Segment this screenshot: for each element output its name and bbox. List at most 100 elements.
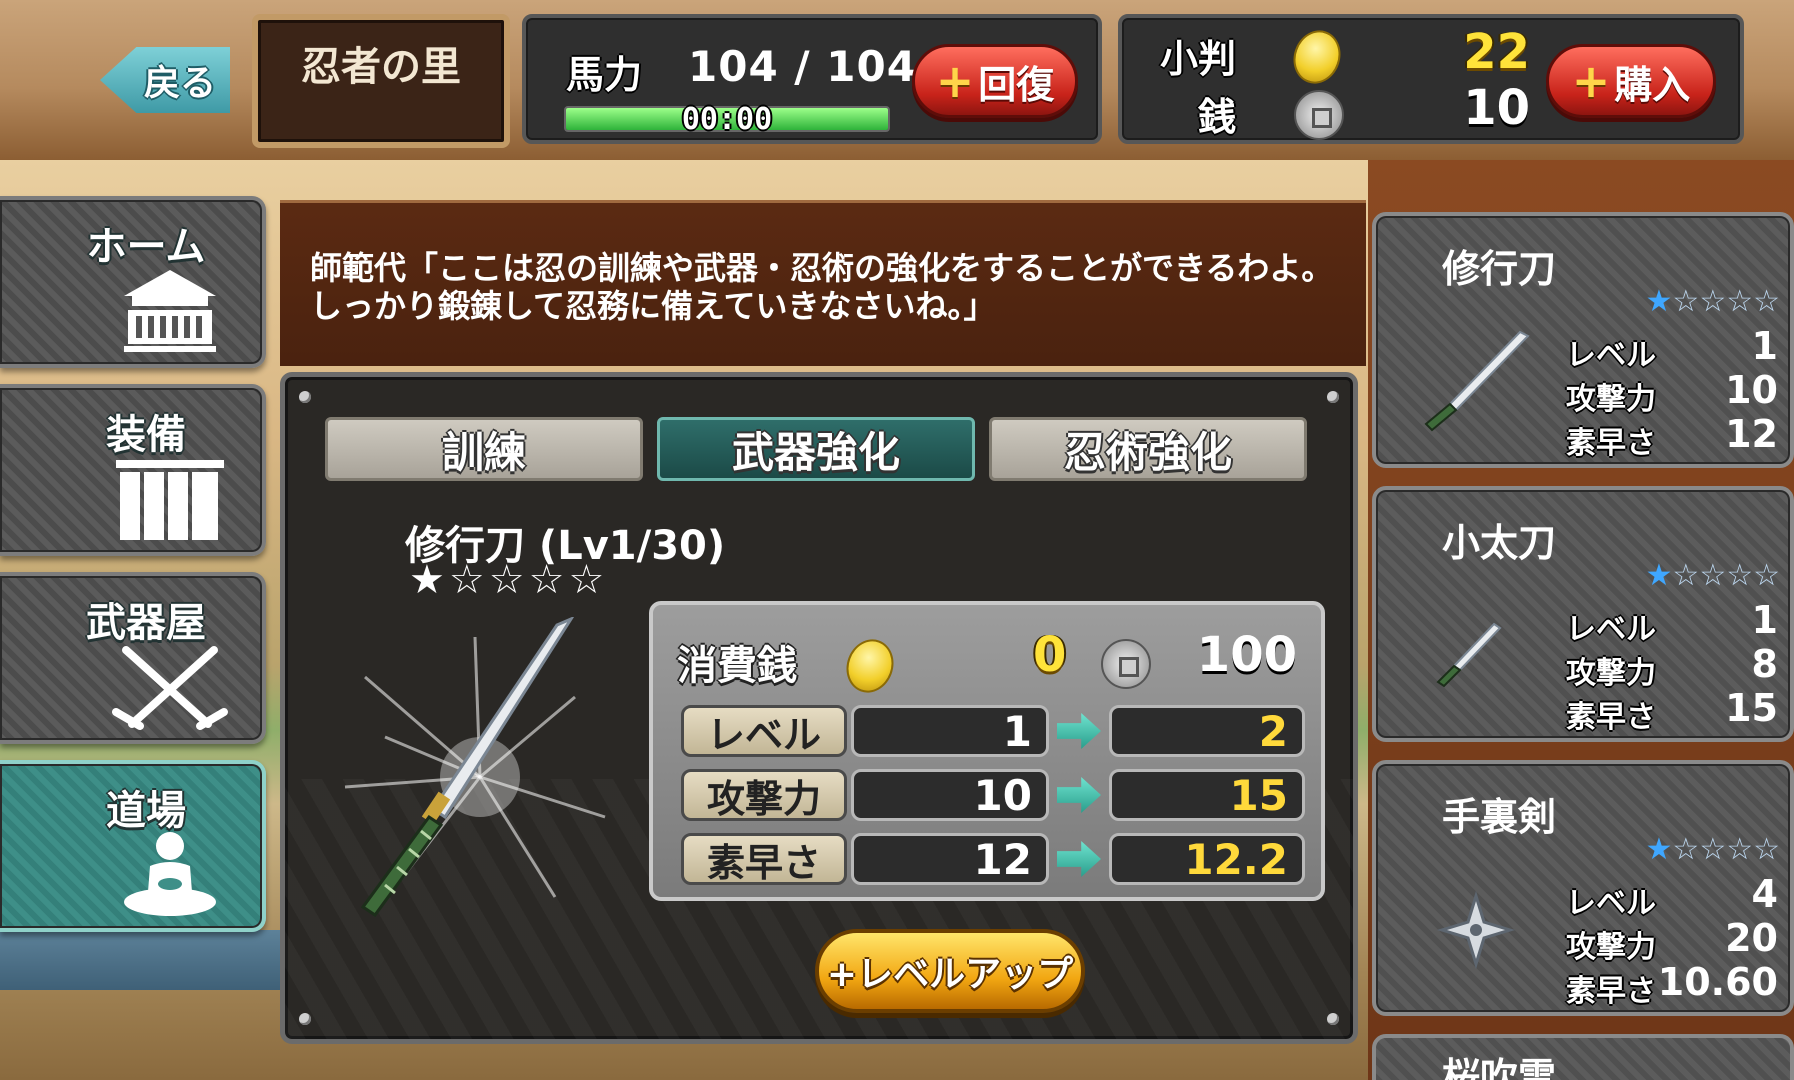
koban-label: 小判 [1160,37,1237,81]
star-empty-icon: ☆☆☆☆ [1672,558,1780,593]
nav-weapon-shop-label: 武器屋 [86,600,206,646]
weapon-card-stars: ★☆☆☆☆ [1646,832,1780,867]
stat-label-text: 素早さ [706,840,821,885]
card-stat-label: 素早さ [1566,426,1656,461]
cost-label: 消費銭 [677,643,797,689]
katana-icon [1424,330,1530,432]
card-stat-value: 15 [1725,686,1778,730]
stat-label-attack: 攻撃力 [681,769,847,821]
zeni-value: 10 [1463,80,1530,136]
tab-weapon-upgrade[interactable]: 武器強化 [657,417,975,481]
nav-home[interactable]: ホーム [0,196,266,368]
nav-equipment[interactable]: 装備 [0,384,266,556]
card-stat-label: 攻撃力 [1566,382,1656,417]
star-filled-icon: ★ [1645,832,1673,867]
recover-button-label: 回復 [978,62,1055,107]
stat-current-value: 12 [973,834,1032,884]
arrow-right-icon [1057,841,1101,877]
stat-next-attack: 15 [1109,769,1305,821]
stat-label-text: レベル [706,712,821,757]
nav-home-label: ホーム [86,224,206,270]
tab-ninjutsu-upgrade-label: 忍術強化 [1063,427,1232,477]
level-up-button[interactable]: +レベルアップ [815,929,1085,1013]
rivet [299,1013,311,1025]
buy-button[interactable]: + 購入 [1546,44,1716,118]
card-stat-value: 12 [1725,412,1778,456]
weapon-card-sakurafubuki[interactable]: 桜吹雪 [1372,1034,1794,1080]
card-stat-value: 1 [1751,324,1778,368]
silver-coin-icon [1101,639,1151,689]
stat-next-speed: 12.2 [1109,833,1305,885]
nav-dojo-label: 道場 [106,788,186,834]
upgrade-stats-box: 消費銭 0 100 レベル 1 2 攻撃力 10 15 素早さ 12 12.2 [649,601,1325,901]
tab-ninjutsu-upgrade[interactable]: 忍術強化 [989,417,1307,481]
instructor-dialogue-text: 師範代「ここは忍の訓練や武器・忍術の強化をすることができるわよ。しっかり鍛錬して… [310,249,1334,325]
buy-button-label: 購入 [1614,62,1691,107]
shuriken-icon [1436,890,1516,970]
location-title-plate: 忍者の里 [252,14,510,148]
card-stat-label: レベル [1566,612,1656,647]
stat-current-attack: 10 [851,769,1049,821]
stat-label-text: 攻撃力 [706,776,821,821]
stamina-label: 馬力 [566,53,643,97]
card-stat-label: 攻撃力 [1566,930,1656,965]
stat-next-value: 15 [1229,770,1288,820]
curtain-icon [116,460,224,540]
selected-weapon-stars: ★☆☆☆☆ [409,557,609,603]
back-button-label: 戻る [143,63,216,104]
stamina-value: 104 / 104 [688,42,917,91]
house-icon [124,270,216,352]
katana-icon [344,617,606,917]
currency-panel: 小判 22 銭 10 + 購入 [1118,14,1744,144]
recover-button[interactable]: + 回復 [912,44,1078,118]
nav-dojo[interactable]: 道場 [0,760,266,932]
plus-icon: + [935,54,975,108]
nav-weapon-shop[interactable]: 武器屋 [0,572,266,744]
weapon-card-stars: ★☆☆☆☆ [1646,558,1780,593]
short-sword-icon [1436,622,1502,688]
dojo-main-panel: 訓練 武器強化 忍術強化 修行刀 (Lv1/30) ★☆☆☆☆ 消費銭 0 10… [280,372,1358,1044]
cost-koban-value: 0 [1033,627,1067,683]
card-stat-value: 8 [1751,642,1778,686]
tab-training-label: 訓練 [441,427,526,477]
card-stat-label: レベル [1566,338,1656,373]
stat-current-level: 1 [851,705,1049,757]
stat-label-speed: 素早さ [681,833,847,885]
river-scenery [0,930,300,990]
meditation-icon [124,832,216,916]
stat-current-value: 1 [1002,706,1032,756]
weapon-card-name: 修行刀 [1442,247,1557,291]
tab-training[interactable]: 訓練 [325,417,643,481]
cost-zeni-value: 100 [1196,627,1297,683]
tab-weapon-upgrade-label: 武器強化 [731,427,900,477]
star-empty-icon: ☆☆☆☆ [1672,832,1780,867]
rivet [1327,1013,1339,1025]
gold-coin-icon [1286,23,1348,91]
card-stat-value: 10 [1725,368,1778,412]
koban-value: 22 [1463,24,1530,80]
weapon-card-name: 桜吹雪 [1442,1055,1557,1080]
rivet [299,391,311,403]
gold-coin-icon [839,632,901,700]
plus-icon: + [1571,54,1611,108]
weapon-card-shuriken[interactable]: 手裏剣 ★☆☆☆☆ レベル 4 攻撃力 20 素早さ 10.60 [1372,760,1794,1016]
card-stat-label: 攻撃力 [1566,656,1656,691]
star-filled-icon: ★ [1645,558,1673,593]
stat-label-level: レベル [681,705,847,757]
card-stat-label: 素早さ [1566,974,1656,1009]
instructor-dialogue: 師範代「ここは忍の訓練や武器・忍術の強化をすることができるわよ。しっかり鍛錬して… [280,200,1366,366]
card-stat-value: 4 [1751,872,1778,916]
weapon-card-name: 小太刀 [1442,521,1557,565]
level-up-button-label: +レベルアップ [826,954,1074,995]
location-title: 忍者の里 [301,43,461,90]
stat-next-level: 2 [1109,705,1305,757]
card-stat-label: レベル [1566,886,1656,921]
card-stat-value: 20 [1725,916,1778,960]
stat-next-value: 12.2 [1184,834,1288,884]
weapon-card-kodachi[interactable]: 小太刀 ★☆☆☆☆ レベル 1 攻撃力 8 素早さ 15 [1372,486,1794,742]
weapon-card-stars: ★☆☆☆☆ [1646,284,1780,319]
rivet [1327,391,1339,403]
weapon-card-shugyoto[interactable]: 修行刀 ★☆☆☆☆ レベル 1 攻撃力 10 素早さ 12 [1372,212,1794,468]
star-empty-icon: ☆☆☆☆ [1672,284,1780,319]
arrow-right-icon [1057,777,1101,813]
